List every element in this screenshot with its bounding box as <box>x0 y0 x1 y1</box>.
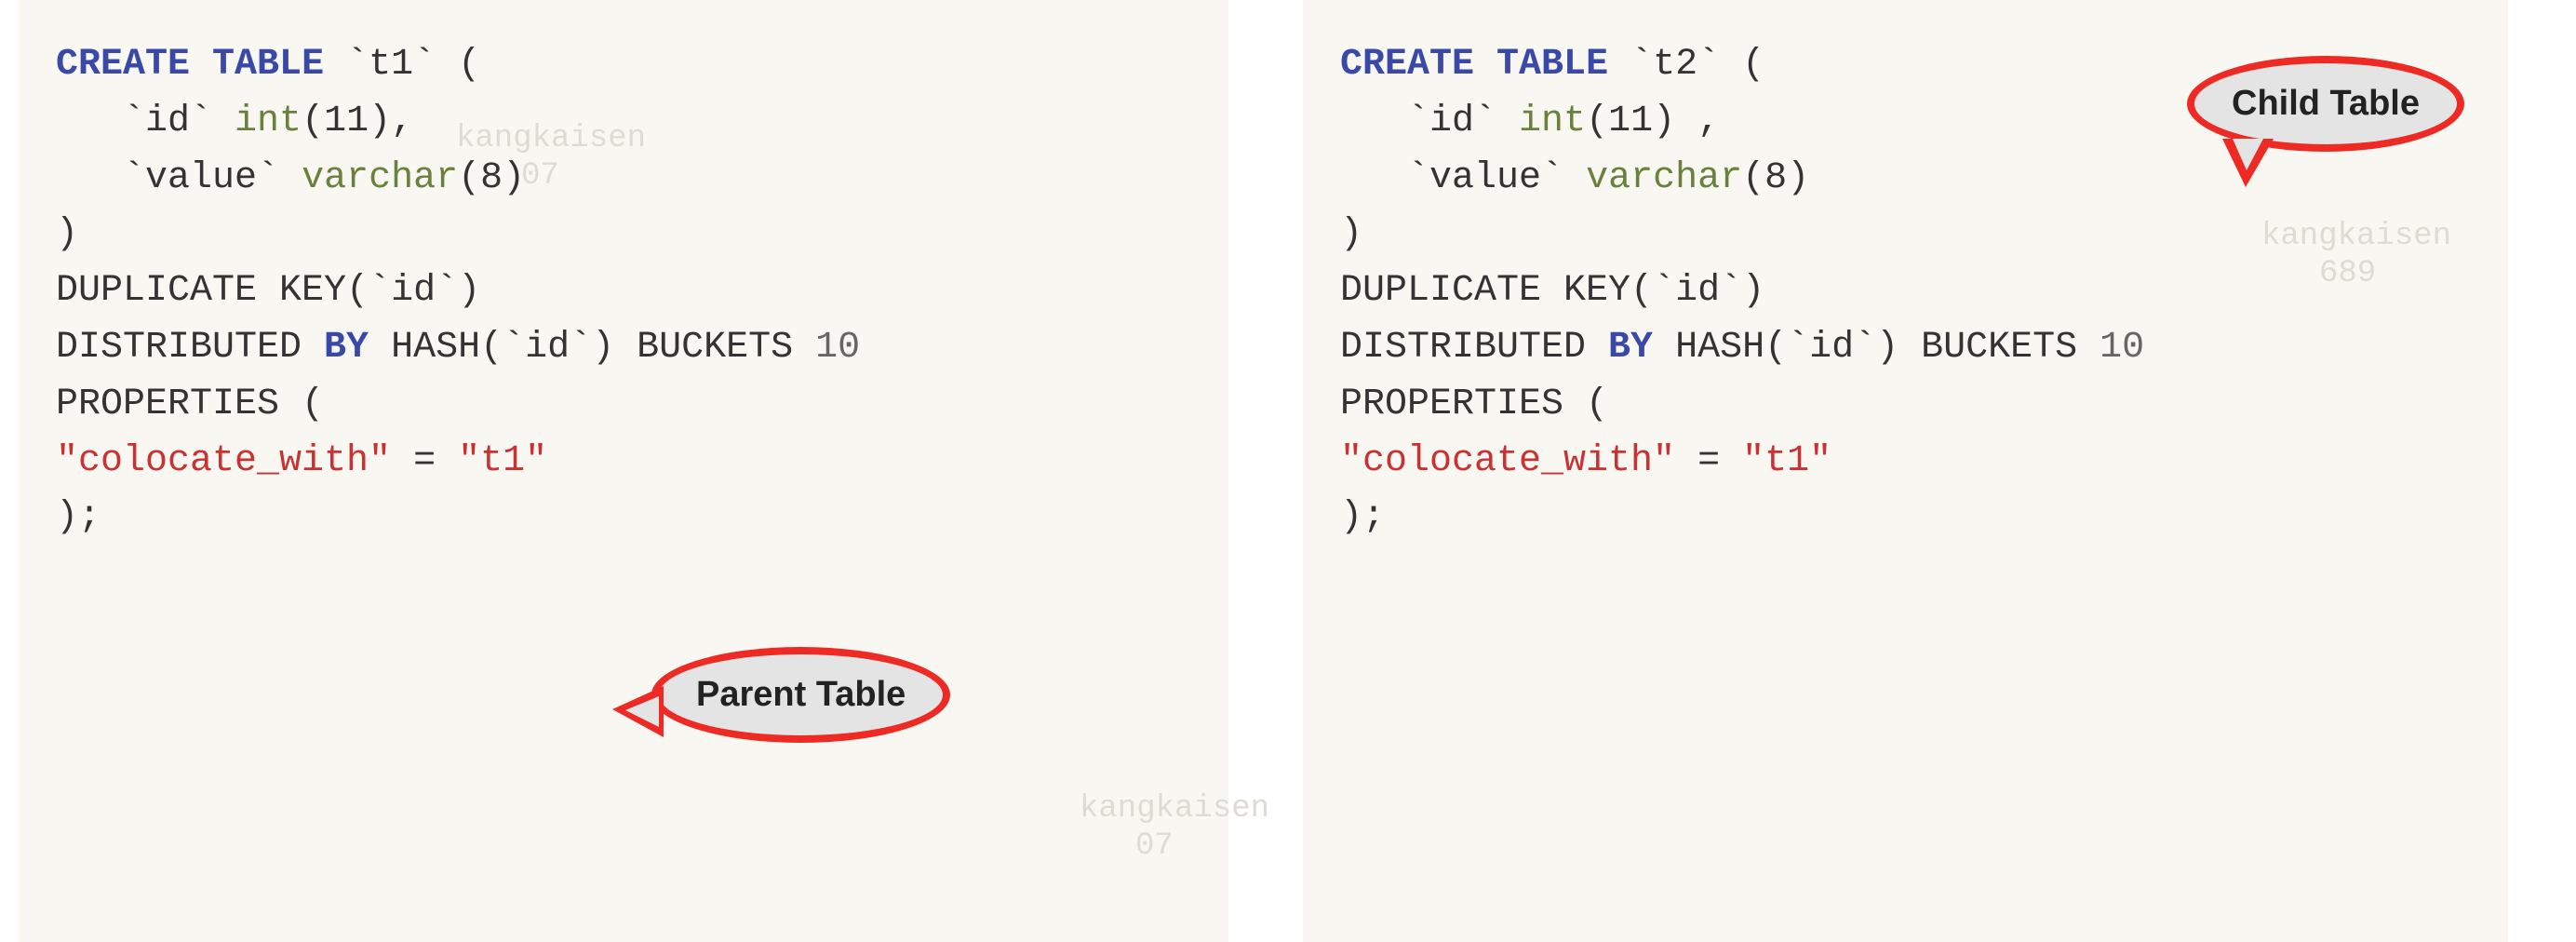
left-code-panel: kangkaisen 07 kangkaisen 07 CREATE TABLE… <box>19 0 1228 942</box>
distributed: DISTRIBUTED <box>56 327 324 369</box>
callout-bubble: Parent Table <box>651 647 950 743</box>
keyword-by: BY <box>1608 327 1653 369</box>
buckets-count: 10 <box>815 327 860 369</box>
type-int: int <box>1519 101 1586 142</box>
col-id: `id` <box>123 101 212 142</box>
properties: PROPERTIES ( <box>1340 384 1608 425</box>
paren: ( <box>436 44 480 86</box>
keyword-table: TABLE <box>1496 44 1608 86</box>
close-paren: ) <box>1340 213 1362 255</box>
id-ref: `id` <box>369 270 458 312</box>
indent <box>1340 101 1407 142</box>
keyword-create: CREATE <box>1340 44 1474 86</box>
close-paren: ) <box>56 213 78 255</box>
callout-label: Parent Table <box>696 675 906 714</box>
distributed: DISTRIBUTED <box>1340 327 1608 369</box>
args: (8) <box>1742 157 1809 199</box>
indent <box>56 101 123 142</box>
duplicate-key: DUPLICATE KEY( <box>1340 270 1653 312</box>
duplicate-key: DUPLICATE KEY( <box>56 270 369 312</box>
prop-val: "t1" <box>458 440 547 482</box>
watermark: kangkaisen <box>1080 791 1269 827</box>
properties: PROPERTIES ( <box>56 384 324 425</box>
col-value: `value` <box>123 157 279 199</box>
indent <box>1340 157 1407 199</box>
prop-key: "colocate_with" <box>1340 440 1675 482</box>
type-int: int <box>235 101 302 142</box>
end: ); <box>56 496 101 538</box>
keyword-table: TABLE <box>212 44 324 86</box>
table-name: `t2` <box>1630 44 1720 86</box>
args: (8) <box>458 157 525 199</box>
prop-key: "colocate_with" <box>56 440 391 482</box>
callout-parent-table: Parent Table <box>651 647 950 743</box>
type-varchar: varchar <box>1586 157 1742 199</box>
watermark: 07 <box>1135 828 1174 864</box>
buckets-count: 10 <box>2100 327 2144 369</box>
id-ref: `id` <box>1653 270 1742 312</box>
keyword-by: BY <box>324 327 369 369</box>
col-id: `id` <box>1407 101 1496 142</box>
right-code-panel: kangkaisen 689 CREATE TABLE `t2` ( `id` … <box>1303 0 2508 942</box>
prop-val: "t1" <box>1742 440 1831 482</box>
col-value: `value` <box>1407 157 1563 199</box>
table-name: `t1` <box>346 44 436 86</box>
keyword-create: CREATE <box>56 44 190 86</box>
type-varchar: varchar <box>302 157 458 199</box>
args: (11) , <box>1586 101 1720 142</box>
end: ); <box>1340 496 1385 538</box>
paren: ( <box>1720 44 1764 86</box>
callout-arrow-icon <box>612 686 664 737</box>
indent <box>56 157 123 199</box>
sql-code-right: CREATE TABLE `t2` ( `id` int(11) , `valu… <box>1340 37 2471 546</box>
sql-code-left: CREATE TABLE `t1` ( `id` int(11), `value… <box>56 37 1191 546</box>
args: (11), <box>302 101 413 142</box>
